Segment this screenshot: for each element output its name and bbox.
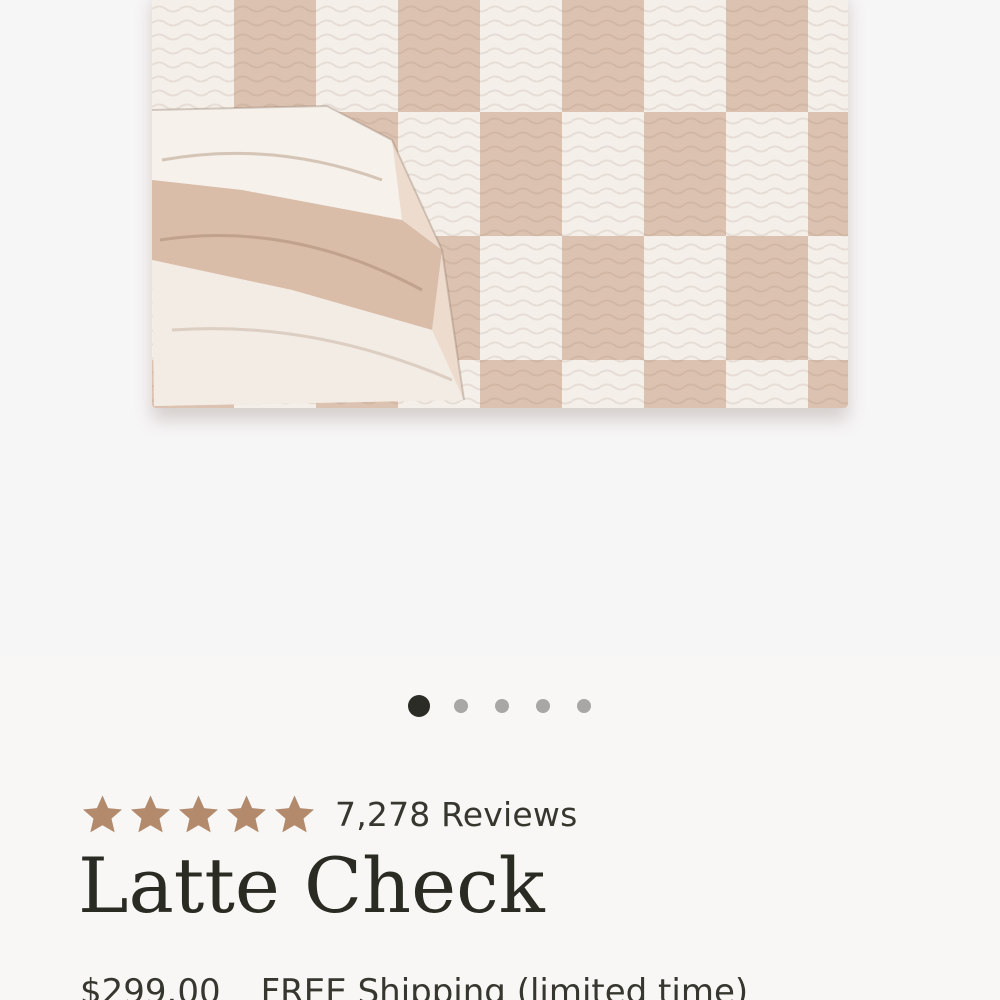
pagination-dot-4[interactable] [536, 699, 550, 713]
star-icon [179, 794, 218, 832]
rating-row: 7,278 Reviews [80, 790, 578, 838]
product-page: 7,278 Reviews Latte Check $299.00 FREE S… [0, 0, 1000, 1000]
star-icon [131, 794, 170, 832]
product-price: $299.00 [80, 972, 221, 1000]
pagination-dot-2[interactable] [454, 699, 468, 713]
star-icon [275, 794, 314, 832]
star-icon [83, 794, 122, 832]
product-image-gallery[interactable] [0, 0, 1000, 655]
pagination-dot-3[interactable] [495, 699, 509, 713]
pagination-dot-1[interactable] [408, 695, 430, 717]
star-icon [227, 794, 266, 832]
product-title: Latte Check [78, 841, 545, 930]
pagination-dot-5[interactable] [577, 699, 591, 713]
price-row: $299.00 FREE Shipping (limited time) [80, 972, 748, 1000]
blanket-folded-corner [152, 104, 465, 406]
star-rating [80, 792, 317, 837]
shipping-note: FREE Shipping (limited time) [260, 972, 749, 1000]
gallery-pagination [0, 694, 1000, 717]
reviews-link[interactable]: 7,278 Reviews [335, 795, 578, 834]
